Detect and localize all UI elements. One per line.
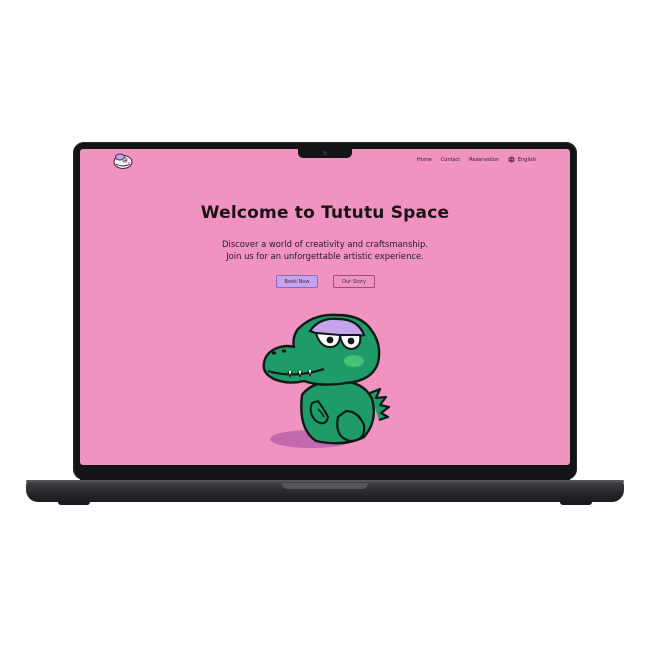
book-now-button[interactable]: Book Now (276, 275, 318, 288)
camera-icon (323, 151, 327, 155)
language-label: English (517, 156, 536, 163)
nav-reservation-link[interactable]: Reservation (469, 157, 499, 163)
laptop-foot-right (560, 501, 592, 505)
hero-title: Welcome to Tututu Space (200, 203, 450, 223)
nav-home-link[interactable]: Home (417, 157, 432, 163)
laptop-foot-left (58, 501, 90, 505)
main-nav: Home Contact Reservation English (417, 156, 536, 163)
our-story-button[interactable]: Our Story (333, 275, 375, 288)
laptop-mockup: Home Contact Reservation English Welcome… (0, 0, 650, 650)
laptop-bezel-bottom (80, 465, 570, 480)
camera-notch (298, 149, 352, 158)
globe-icon (508, 156, 515, 163)
hero-subtitle-line-2: Join us for an unforgettable artistic ex… (226, 250, 424, 261)
website-screen: Home Contact Reservation English Welcome… (80, 149, 570, 465)
logo-icon[interactable] (112, 152, 134, 170)
language-selector[interactable]: English (508, 156, 536, 163)
hero-subtitle-line-1: Discover a world of creativity and craft… (222, 239, 428, 249)
crocodile-mascot (262, 313, 391, 448)
nav-contact-link[interactable]: Contact (441, 157, 460, 163)
laptop-opening-notch (282, 483, 368, 489)
hero-subtitle: Discover a world of creativity and craft… (80, 239, 570, 262)
